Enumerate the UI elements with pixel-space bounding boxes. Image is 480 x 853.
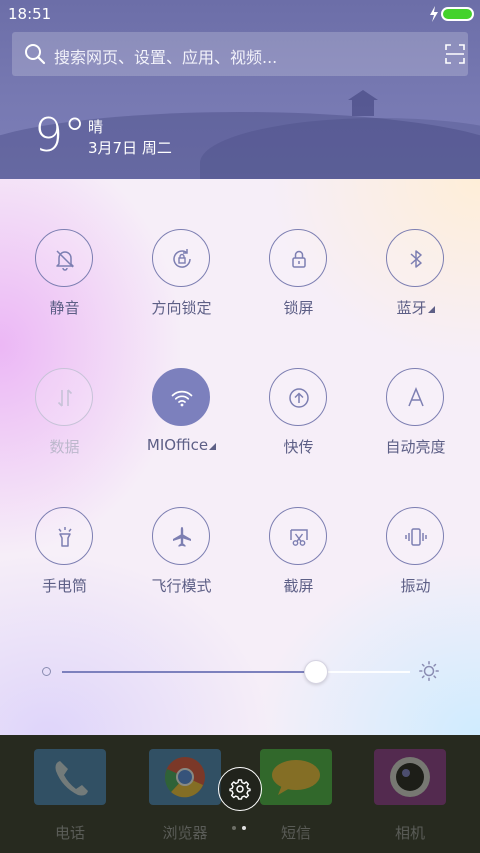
status-time: 18:51 — [8, 5, 52, 23]
phone-icon — [34, 749, 106, 805]
auto-brightness-icon — [408, 387, 424, 407]
charging-icon — [430, 6, 438, 22]
quick-settings-panel: 静音 方向锁定 锁屏 蓝牙 数据 MIOffice 快传 自动亮度 手电筒 飞行… — [0, 179, 480, 735]
mobile-data-icon — [57, 389, 73, 407]
search-input[interactable]: 搜索网页、设置、应用、视频... — [54, 44, 277, 68]
airplane-icon — [173, 527, 191, 547]
quick-transfer-toggle[interactable] — [269, 368, 327, 426]
page-dot — [232, 826, 236, 830]
tile-label: 飞行模式 — [151, 577, 212, 595]
rotation-lock-icon — [173, 249, 191, 268]
weather-header: 18:51 搜索网页、设置、应用、视频... 9° 晴 3月7日 周二 — [0, 0, 480, 179]
search-bar[interactable]: 搜索网页、设置、应用、视频... — [12, 32, 468, 76]
house-decoration — [348, 90, 378, 116]
status-bar: 18:51 — [0, 0, 480, 28]
brightness-slider[interactable] — [62, 660, 410, 684]
wifi-toggle[interactable] — [152, 368, 210, 426]
weather-date: 3月7日 周二 — [88, 139, 172, 157]
flashlight-toggle[interactable] — [35, 507, 93, 565]
tile-label: 锁屏 — [283, 299, 314, 317]
tile-quick-transfer[interactable]: 快传 — [240, 368, 357, 468]
bluetooth-icon — [410, 250, 422, 268]
wifi-icon — [171, 390, 193, 407]
quick-transfer-icon — [289, 388, 309, 408]
tile-label: 快传 — [283, 438, 314, 456]
tile-lock-screen[interactable]: 锁屏 — [240, 229, 357, 329]
tile-airplane-mode[interactable]: 飞行模式 — [123, 507, 240, 607]
tile-vibrate[interactable]: 振动 — [357, 507, 474, 607]
scan-icon[interactable] — [445, 44, 465, 64]
camera-icon — [374, 749, 446, 805]
brightness-slider-fill — [62, 671, 317, 673]
auto-brightness-toggle[interactable] — [386, 368, 444, 426]
bluetooth-toggle[interactable] — [386, 229, 444, 287]
tile-rotation-lock[interactable]: 方向锁定 — [123, 229, 240, 329]
rotation-lock-toggle[interactable] — [152, 229, 210, 287]
tile-label: 手电筒 — [41, 577, 87, 595]
brightness-high-icon — [419, 661, 439, 681]
lock-screen-button[interactable] — [269, 229, 327, 287]
dock-app-phone[interactable]: 电话 — [10, 735, 130, 853]
dock-label: 电话 — [54, 824, 85, 842]
screenshot-icon — [290, 529, 308, 546]
tile-label: 数据 — [49, 438, 80, 456]
tile-label: 方向锁定 — [151, 299, 212, 317]
tile-label: 截屏 — [283, 577, 314, 595]
brightness-low-icon — [42, 667, 51, 676]
tile-mute[interactable]: 静音 — [6, 229, 123, 329]
airplane-mode-toggle[interactable] — [152, 507, 210, 565]
tile-mobile-data[interactable]: 数据 — [6, 368, 123, 468]
dock-label: 短信 — [280, 824, 311, 842]
tile-flashlight[interactable]: 手电筒 — [6, 507, 123, 607]
vibrate-icon — [405, 528, 427, 546]
tile-label-text: 蓝牙 — [396, 299, 427, 317]
tile-label: MIOffice — [123, 436, 240, 454]
tile-label: 静音 — [49, 299, 80, 317]
lock-icon — [292, 250, 306, 268]
page-dot-active — [242, 826, 246, 830]
browser-icon — [149, 749, 221, 805]
mute-toggle[interactable] — [35, 229, 93, 287]
expand-corner-icon[interactable] — [427, 306, 435, 313]
weather-condition: 晴 — [88, 118, 104, 136]
search-icon — [25, 44, 46, 65]
mute-bell-icon — [56, 250, 74, 271]
dock-label: 浏览器 — [162, 824, 208, 842]
page-indicator — [232, 826, 252, 832]
dock-app-camera[interactable]: 相机 — [350, 735, 470, 853]
dock-label: 相机 — [394, 824, 425, 842]
battery-icon — [441, 7, 474, 21]
vibrate-toggle[interactable] — [386, 507, 444, 565]
messages-icon — [260, 749, 332, 805]
tile-screenshot[interactable]: 截屏 — [240, 507, 357, 607]
tile-label: 振动 — [400, 577, 431, 595]
expand-corner-icon[interactable] — [209, 443, 217, 450]
mobile-data-toggle[interactable] — [35, 368, 93, 426]
brightness-slider-thumb[interactable] — [304, 660, 329, 684]
temperature[interactable]: 9° — [34, 108, 86, 162]
screenshot-button[interactable] — [269, 507, 327, 565]
tile-wifi[interactable]: MIOffice — [123, 368, 240, 468]
tile-label-text: MIOffice — [146, 436, 209, 454]
gear-icon — [229, 779, 251, 800]
tile-auto-brightness[interactable]: 自动亮度 — [357, 368, 474, 468]
tile-label: 蓝牙 — [357, 297, 474, 318]
tile-bluetooth[interactable]: 蓝牙 — [357, 229, 474, 329]
flashlight-icon — [58, 527, 72, 547]
tile-label: 自动亮度 — [385, 438, 446, 456]
settings-button[interactable] — [218, 767, 262, 811]
